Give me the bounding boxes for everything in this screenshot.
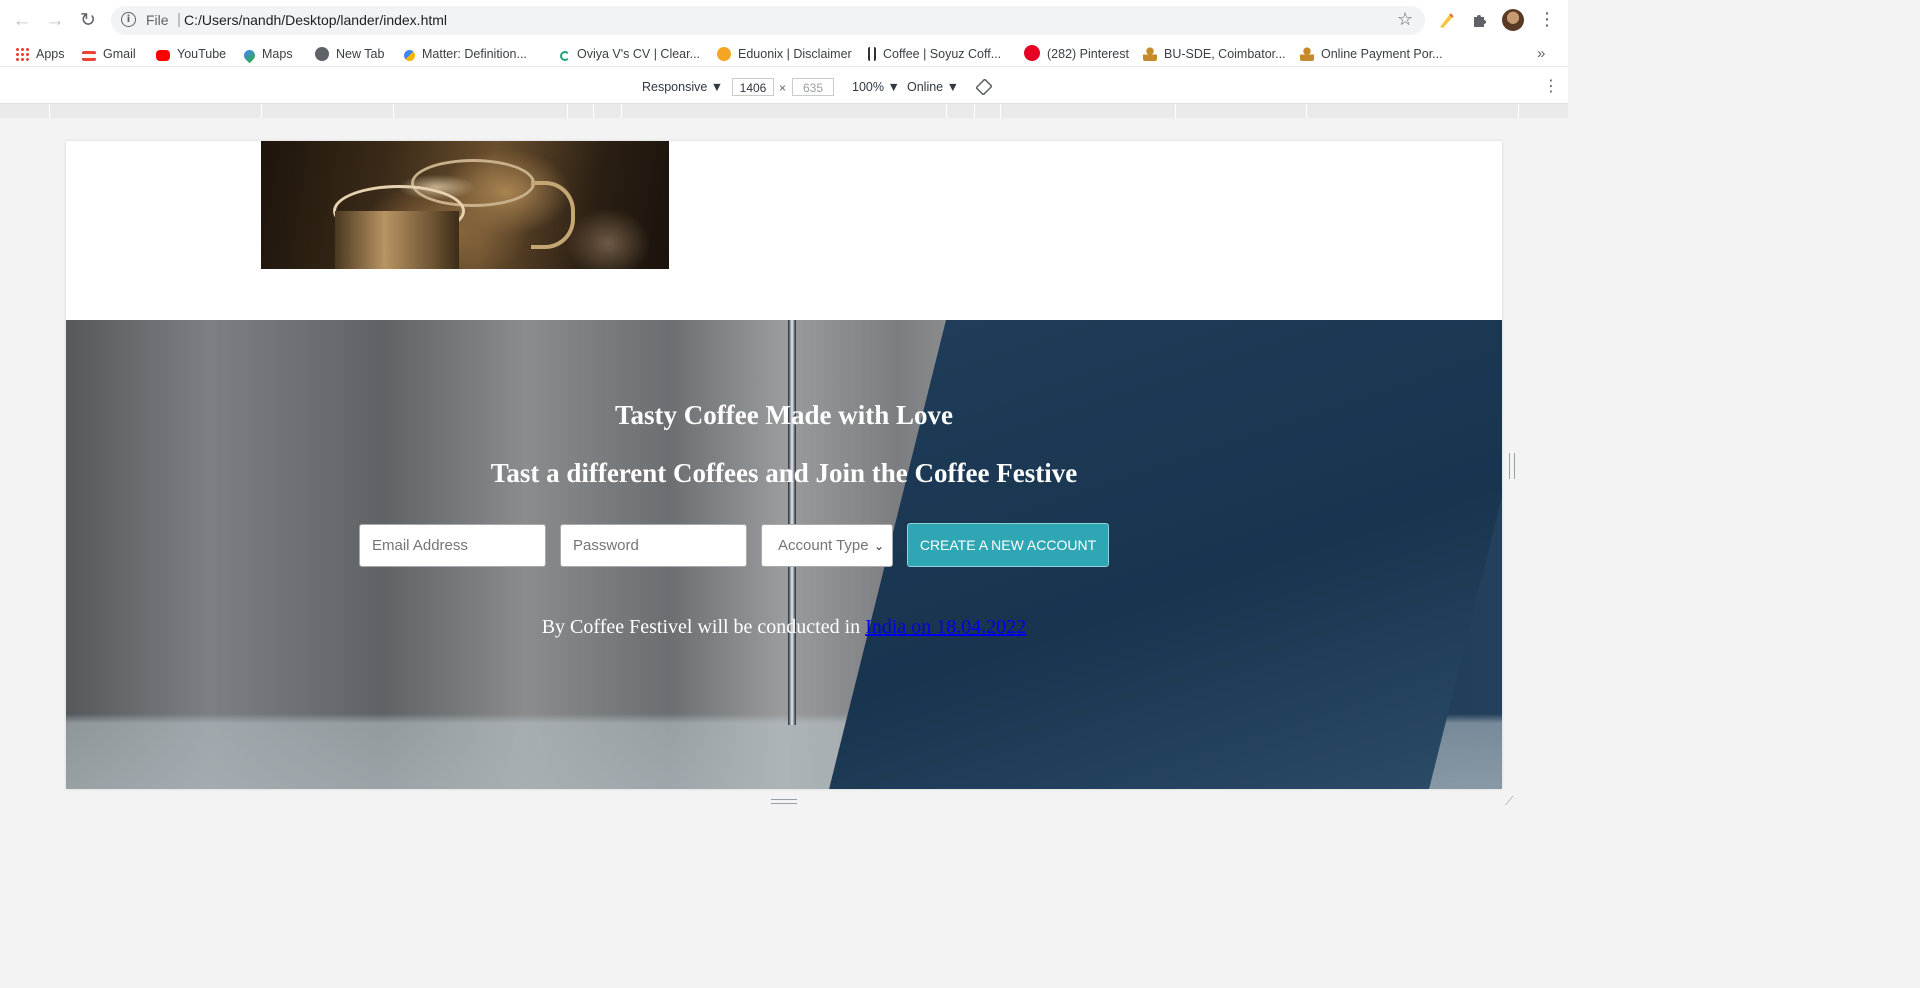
site-icon (1143, 47, 1157, 61)
bookmark-gmail[interactable]: Gmail (82, 45, 136, 63)
site-icon (868, 47, 876, 61)
hero-title: Tasty Coffee Made with Love (615, 400, 953, 430)
viewport-width-input[interactable]: 1406 (732, 78, 774, 96)
viewport-resize-handle-right[interactable] (1509, 453, 1515, 479)
hero-background-pole (788, 320, 796, 725)
globe-icon (315, 47, 329, 61)
site-icon (1300, 47, 1314, 61)
bookmark-coffee-soyuz[interactable]: Coffee | Soyuz Coff... (868, 45, 1001, 63)
hero-section: Tasty Coffee Made with Love Tast a diffe… (66, 320, 1502, 789)
bookmarks-bar: Apps Gmail YouTube Maps New Tab Matter: … (0, 42, 1568, 66)
festival-note-text: By Coffee Festivel will be conducted in (541, 616, 866, 638)
resize-corner-icon[interactable]: ⟋ (1505, 794, 1513, 809)
network-throttle-select[interactable]: Online ▼ (907, 80, 959, 94)
hero-subtitle: Tast a different Coffees and Join the Co… (490, 458, 1078, 488)
more-vert-icon[interactable]: ⋮ (1543, 76, 1559, 95)
bookmark-bu-sde[interactable]: BU-SDE, Coimbator... (1143, 45, 1286, 63)
coffee-cups-image (261, 141, 669, 269)
bookmark-apps[interactable]: Apps (15, 45, 65, 63)
festival-note: By Coffee Festivel will be conducted in … (66, 616, 1502, 639)
account-type-value: Account Type (778, 537, 869, 554)
password-field[interactable]: Password (560, 524, 747, 567)
bookmark-new-tab[interactable]: New Tab (315, 45, 384, 63)
more-vert-icon[interactable]: ⋮ (1538, 9, 1556, 31)
site-icon (404, 50, 415, 61)
media-query-segment (393, 104, 394, 118)
bookmark-label: Maps (262, 47, 293, 61)
viewport-height-input[interactable]: 635 (792, 78, 834, 96)
device-toolbar: Responsive ▼ 1406 × 635 100% ▼ Online ▼ … (0, 66, 1568, 104)
bookmark-label: Online Payment Por... (1321, 47, 1443, 61)
cup-body (335, 211, 459, 269)
media-query-segment (1175, 104, 1176, 118)
maps-pin-icon (241, 47, 258, 64)
site-icon (560, 51, 570, 61)
password-placeholder: Password (573, 537, 639, 554)
create-account-button[interactable]: CREATE A NEW ACCOUNT (907, 523, 1109, 567)
bookmark-label: Oviya V's CV | Clear... (577, 47, 701, 61)
reload-icon: ↻ (80, 10, 96, 31)
viewport-resize-handle-bottom[interactable] (771, 799, 797, 804)
bookmark-label: YouTube (177, 47, 227, 61)
bookmark-online-payment[interactable]: Online Payment Por... (1300, 45, 1443, 63)
media-query-segment (49, 104, 50, 118)
bookmark-maps[interactable]: Maps (241, 45, 293, 64)
media-query-segment (946, 104, 947, 118)
bookmark-eduonix[interactable]: Eduonix | Disclaimer (717, 45, 852, 63)
browser-toolbar: ← → ↻ i File | C:/Users/nandh/Desktop/la… (0, 0, 1568, 42)
bookmark-label: (282) Pinterest (1047, 47, 1129, 61)
star-icon[interactable]: ☆ (1397, 9, 1413, 31)
info-icon[interactable]: i (121, 12, 136, 27)
bookmark-label: Eduonix | Disclaimer (738, 47, 852, 61)
address-bar[interactable]: i File | C:/Users/nandh/Desktop/lander/i… (111, 6, 1425, 35)
site-icon (717, 47, 731, 61)
url-text[interactable]: C:/Users/nandh/Desktop/lander/index.html (184, 12, 447, 28)
profile-avatar[interactable] (1502, 9, 1524, 31)
account-type-select[interactable]: Account Type ⌄ (761, 524, 893, 567)
page-viewport: Tasty Coffee Made with Love Tast a diffe… (66, 141, 1502, 789)
media-query-segment (1306, 104, 1307, 118)
bookmark-label: New Tab (336, 47, 385, 61)
url-scheme: File (146, 12, 169, 28)
back-button[interactable]: ← (10, 9, 34, 33)
arrow-right-icon: → (45, 10, 65, 31)
chevron-down-icon: ⌄ (873, 539, 884, 553)
arrow-left-icon: ← (12, 10, 32, 31)
bookmark-label: Gmail (103, 47, 136, 61)
bookmark-label: Coffee | Soyuz Coff... (883, 47, 1002, 61)
bookmark-label: Apps (36, 47, 65, 61)
festival-date-link[interactable]: India on 18.04.2022 (865, 616, 1026, 638)
apps-grid-icon (15, 47, 29, 61)
device-select[interactable]: Responsive ▼ (642, 80, 723, 94)
dimension-separator: × (779, 81, 787, 95)
media-query-segment (1000, 104, 1001, 118)
media-query-segment (621, 104, 622, 118)
extension-pencil-icon[interactable] (1437, 10, 1457, 30)
youtube-icon (156, 50, 170, 61)
bookmark-youtube[interactable]: YouTube (156, 45, 226, 63)
bookmark-oviya-cv[interactable]: Oviya V's CV | Clear... (560, 45, 700, 63)
forward-button[interactable]: → (43, 9, 67, 33)
media-query-segment (1518, 104, 1519, 118)
email-placeholder: Email Address (372, 537, 468, 554)
url-separator: | (177, 11, 181, 28)
bookmark-matter[interactable]: Matter: Definition... (404, 45, 527, 63)
media-query-segment (593, 104, 594, 118)
bookmark-label: Matter: Definition... (422, 47, 527, 61)
cup-handle (531, 181, 575, 249)
gmail-icon (82, 51, 96, 61)
pinterest-icon (1024, 45, 1040, 61)
zoom-select[interactable]: 100% ▼ (852, 80, 900, 94)
media-query-segment (261, 104, 262, 118)
rotate-icon[interactable] (975, 78, 993, 96)
email-field[interactable]: Email Address (359, 524, 546, 567)
bookmark-pinterest[interactable]: (282) Pinterest (1024, 45, 1129, 63)
media-query-segment (974, 104, 975, 118)
bookmark-label: BU-SDE, Coimbator... (1164, 47, 1286, 61)
reload-button[interactable]: ↻ (76, 9, 100, 33)
chevron-double-right-icon[interactable]: » (1537, 45, 1545, 62)
media-query-segment (567, 104, 568, 118)
puzzle-icon[interactable] (1470, 10, 1490, 30)
media-query-bar[interactable] (0, 104, 1568, 118)
